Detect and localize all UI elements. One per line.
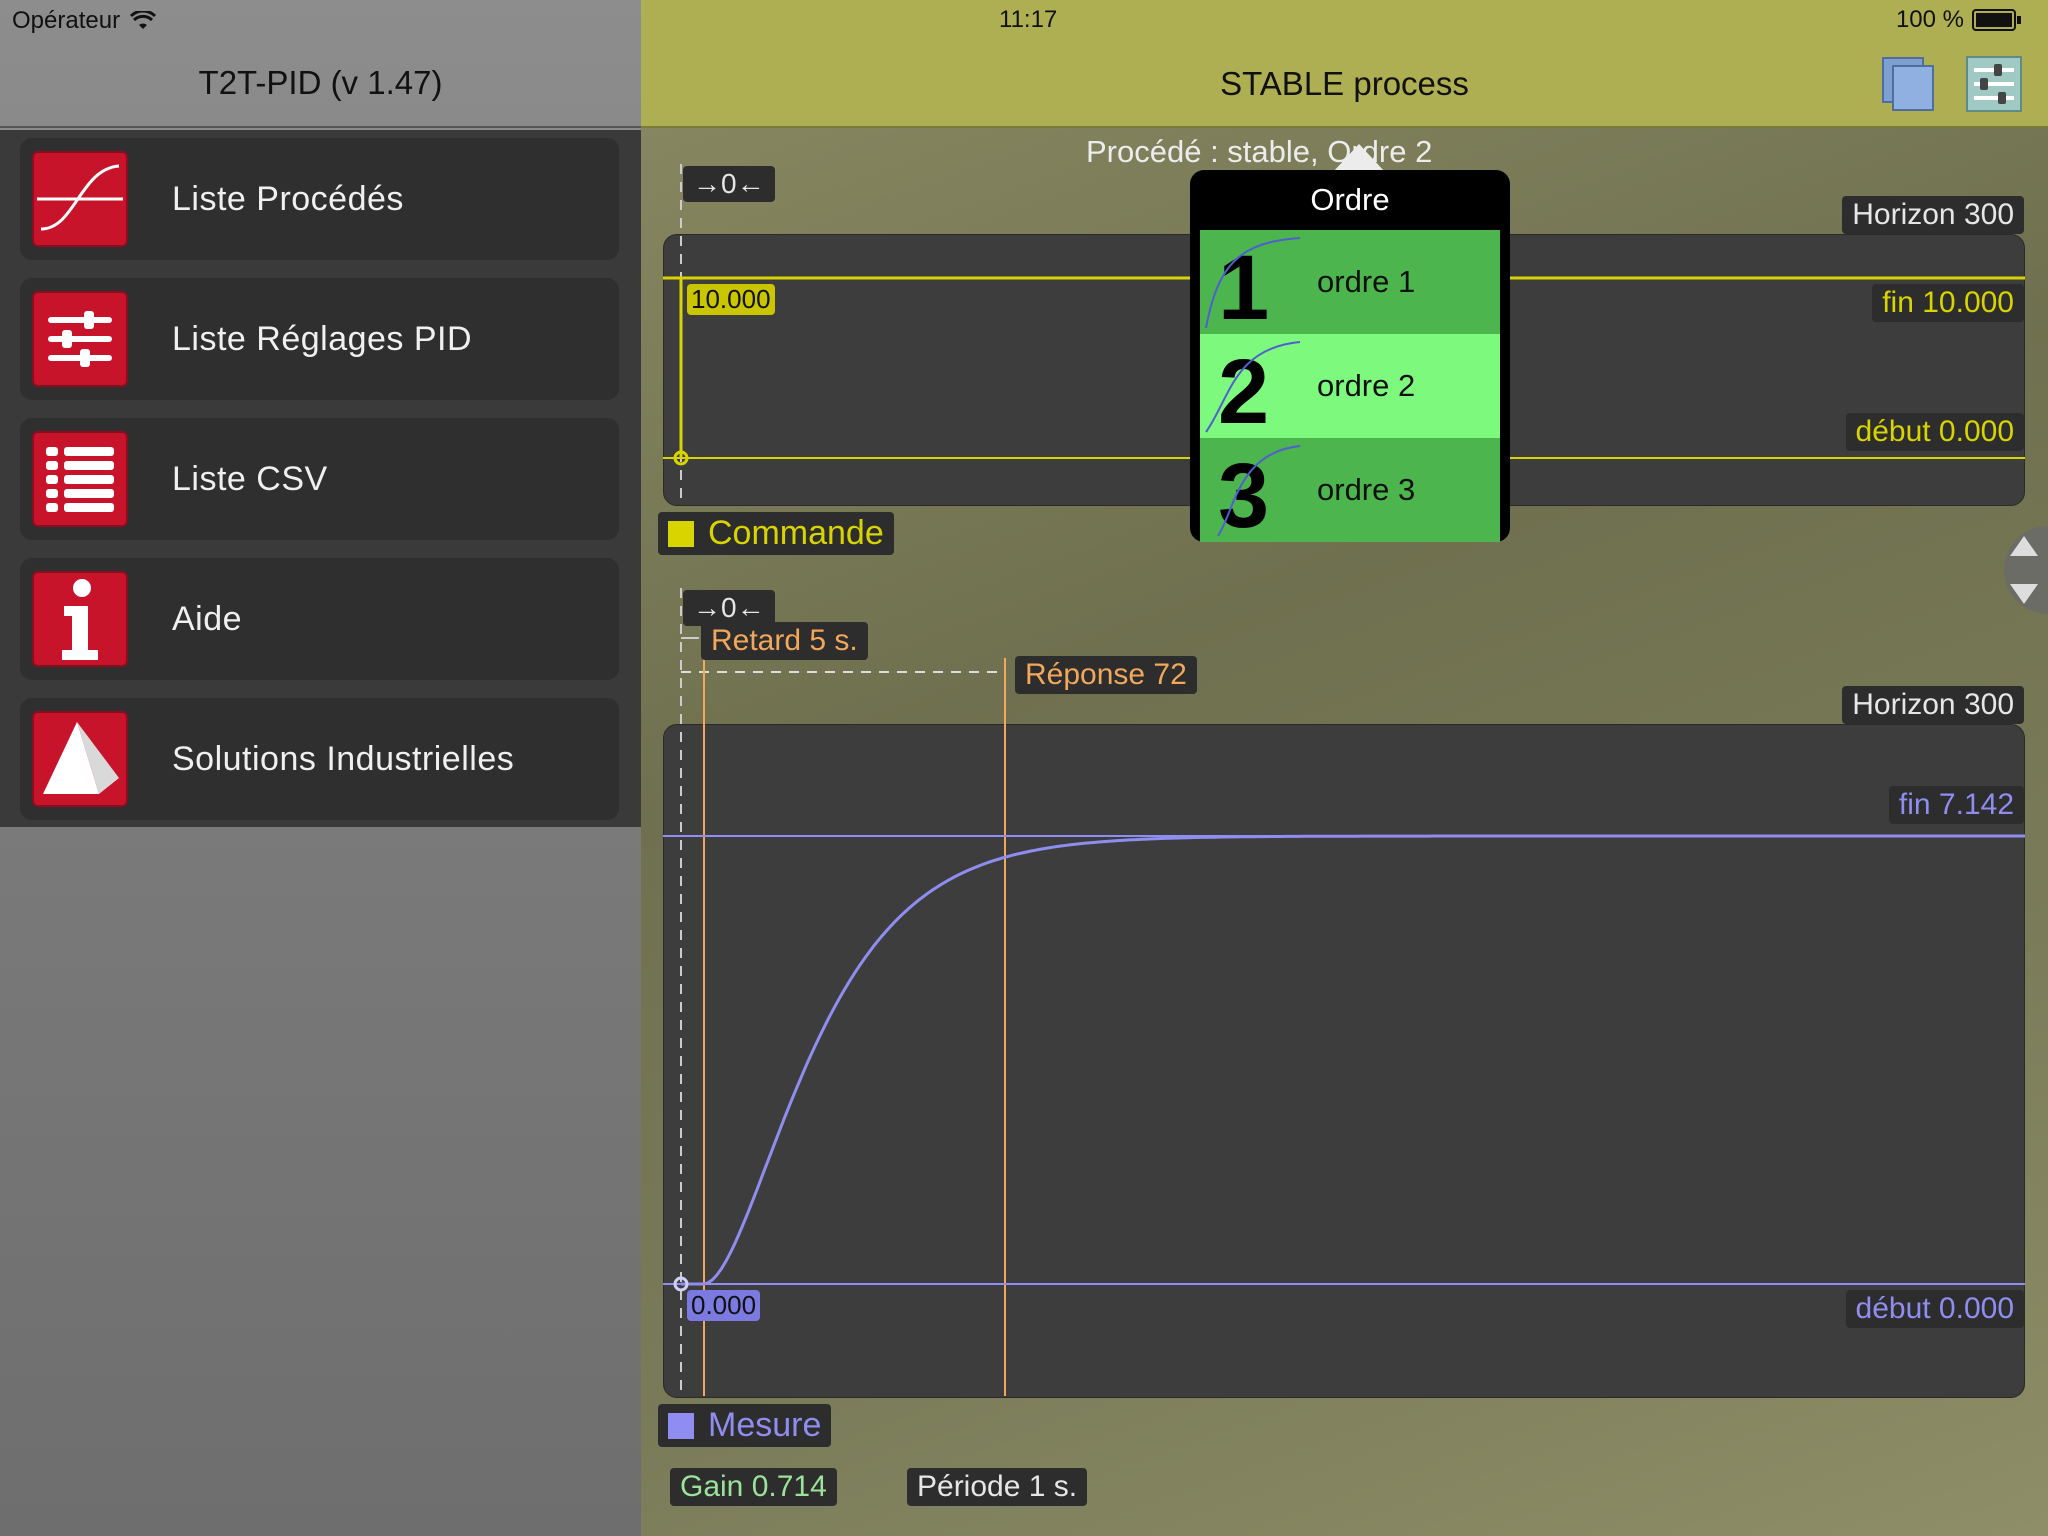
menu-label: Liste Procédés [172,179,404,218]
order-curve-icon [1217,445,1301,537]
menu-item-liste-reglages-pid[interactable]: Liste Réglages PID [20,278,619,400]
option-ordre-1[interactable]: 1 ordre 1 [1200,230,1500,339]
measure-legend[interactable]: Mesure [658,1404,832,1447]
menu-item-solutions-industrielles[interactable]: Solutions Industrielles [20,698,619,820]
periode-label[interactable]: Période 1 s. [907,1468,1088,1506]
option-label: ordre 1 [1317,264,1416,299]
measure-horizon-label[interactable]: Horizon 300 [1842,686,2024,724]
info-icon [32,571,128,667]
order-curve-icon [1205,237,1301,329]
option-label: ordre 2 [1317,368,1416,403]
menu-item-aide[interactable]: Aide [20,558,619,680]
list-icon [32,431,128,527]
popup-arrow [1333,144,1385,172]
gain-label[interactable]: Gain 0.714 [670,1468,837,1506]
sidebar: Opérateur T2T-PID (v 1.47) Liste Procédé… [0,0,641,1536]
wifi-icon [130,11,157,29]
pyramid-icon [32,711,128,807]
measure-debut-label[interactable]: début 0.000 [1845,1290,2024,1328]
retard-label: Retard 5 s. [701,622,868,660]
menu-label: Aide [172,599,243,638]
menu-label: Solutions Industrielles [172,739,515,778]
menu-item-liste-csv[interactable]: Liste CSV [20,418,619,540]
menu-label: Liste Réglages PID [172,319,473,358]
status-carrier: Opérateur [12,6,157,36]
option-ordre-2[interactable]: 2 ordre 2 [1200,334,1500,443]
curve-icon [32,151,128,247]
measure-series-line [681,834,2025,1286]
measure-fin-label[interactable]: fin 7.142 [1888,786,2024,824]
sliders-icon [32,291,128,387]
popover-title: Ordre [1310,182,1390,217]
measure-legend-swatch [668,1412,694,1439]
measure-legend-label: Mesure [708,1406,822,1444]
order-curve-icon [1205,341,1301,433]
carrier-label: Opérateur [12,7,121,34]
menu-label: Liste CSV [172,459,328,498]
reponse-label: Réponse 72 [1015,656,1197,694]
option-label: ordre 3 [1317,472,1416,507]
ordre-popover: Ordre 1 ordre 1 2 ordre 2 3 ordre 3 [1190,170,1510,547]
menu-list: Liste Procédés Liste Réglages PID Liste … [0,130,641,827]
option-ordre-3[interactable]: 3 ordre 3 [1200,438,1500,547]
measure-value-label: 0.000 [687,1290,761,1321]
sidebar-title: T2T-PID (v 1.47) [0,40,641,128]
menu-item-liste-procedes[interactable]: Liste Procédés [20,138,619,260]
